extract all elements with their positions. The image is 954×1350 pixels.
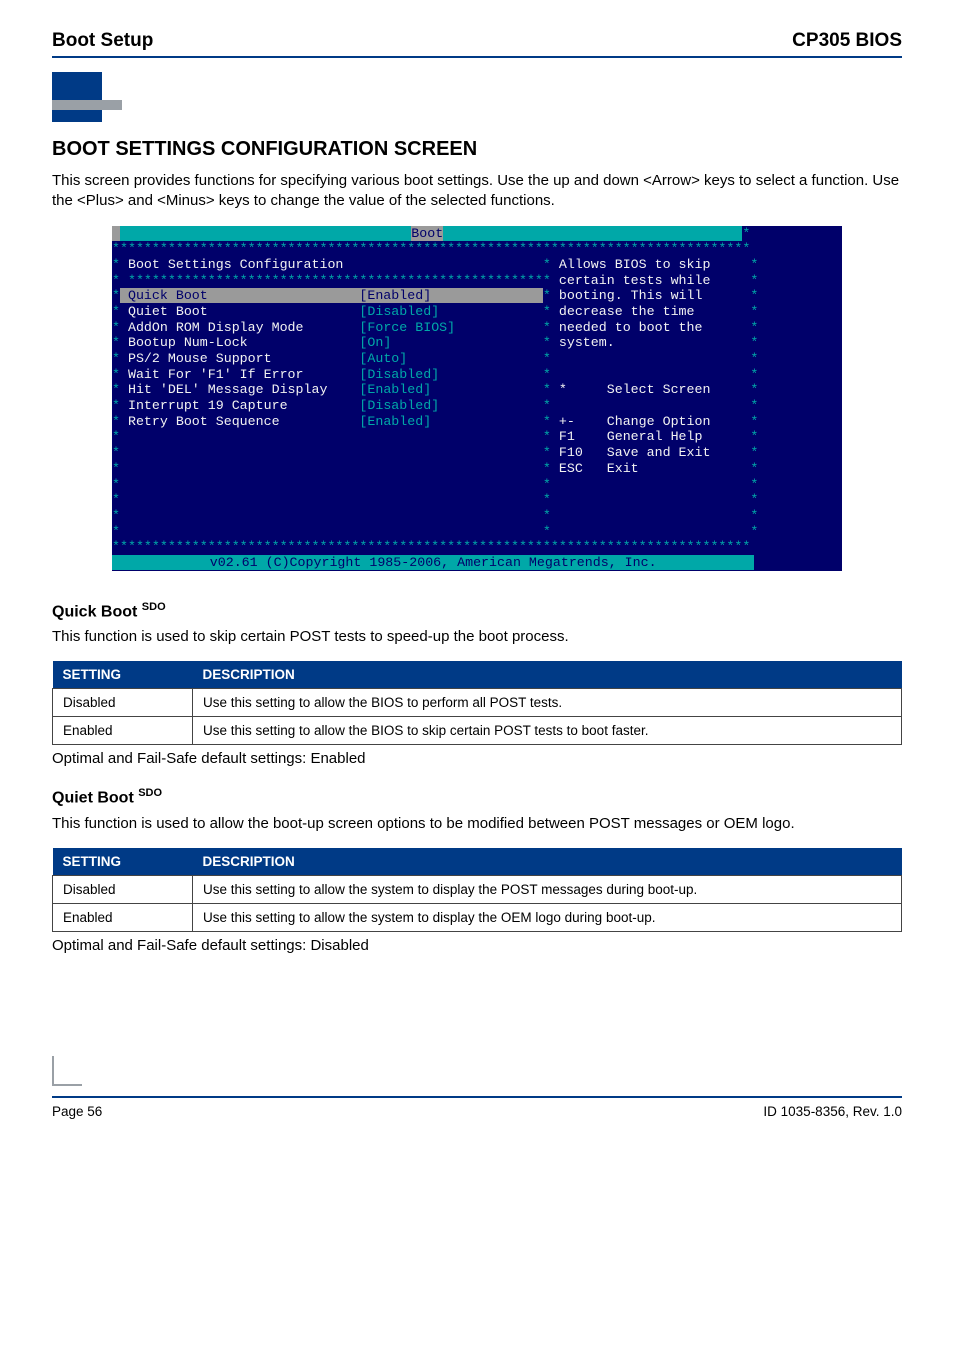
quick-boot-defaults: Optimal and Fail-Safe default settings: …: [52, 749, 902, 769]
quiet-boot-desc: This function is used to allow the boot-…: [52, 814, 902, 834]
footer-left: Page 56: [52, 1104, 102, 1119]
header-left: Boot Setup: [52, 30, 153, 52]
header-rule: [52, 56, 902, 58]
quick-boot-table: SETTINGDESCRIPTION DisabledUse this sett…: [52, 661, 902, 745]
footer-right: ID 1035-8356, Rev. 1.0: [763, 1104, 902, 1119]
page-header: Boot Setup CP305 BIOS: [52, 30, 902, 56]
section-title: BOOT SETTINGS CONFIGURATION SCREEN: [52, 138, 902, 161]
quick-boot-desc: This function is used to skip certain PO…: [52, 627, 902, 647]
header-right: CP305 BIOS: [792, 30, 902, 52]
page-footer: Page 56 ID 1035-8356, Rev. 1.0: [52, 1056, 902, 1119]
section-description: This screen provides functions for speci…: [52, 171, 902, 212]
quick-boot-heading: Quick Boot SDO: [52, 601, 902, 621]
corner-icon: [52, 1056, 82, 1086]
quiet-boot-heading: Quiet Boot SDO: [52, 787, 902, 807]
bios-screenshot: Boot ***********************************…: [112, 226, 842, 571]
quiet-boot-defaults: Optimal and Fail-Safe default settings: …: [52, 936, 902, 956]
logo-icon: [52, 72, 122, 122]
quiet-boot-table: SETTINGDESCRIPTION DisabledUse this sett…: [52, 848, 902, 932]
